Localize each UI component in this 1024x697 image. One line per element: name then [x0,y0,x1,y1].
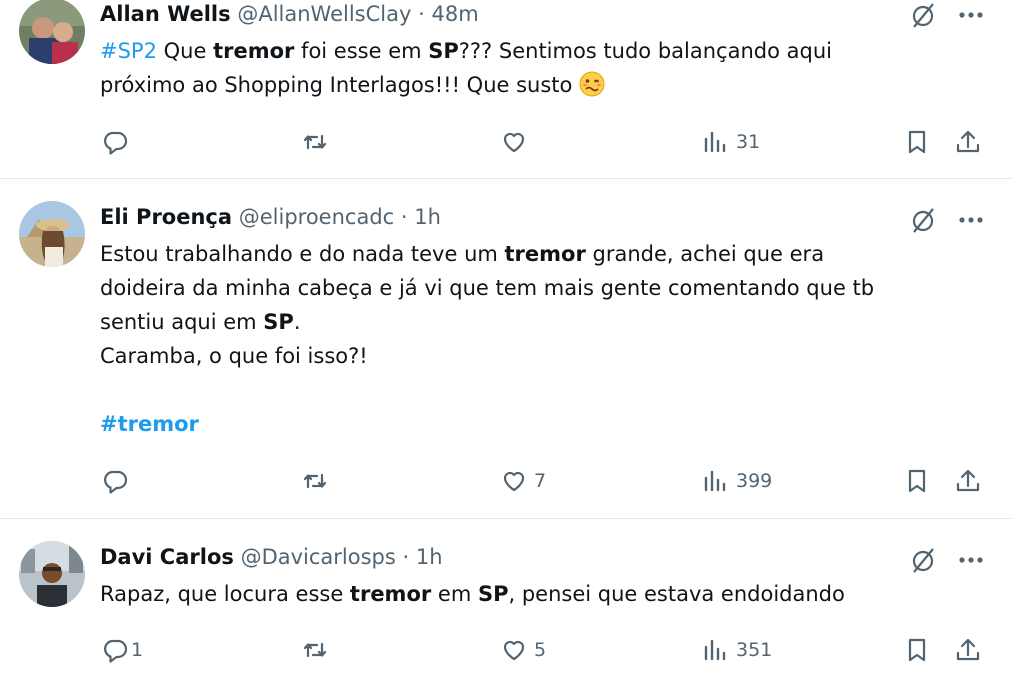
tweet-header: Allan Wells @AllanWellsClay · 48m [100,0,479,28]
retweet-button[interactable] [301,632,335,668]
author-handle[interactable]: @AllanWellsClay [237,2,411,26]
bookmark-icon [908,638,926,662]
bookmark-button[interactable] [903,463,931,499]
share-button[interactable] [954,632,982,668]
tweet-header: Eli Proença @eliproencadc · 1h [100,203,441,231]
reply-icon [104,470,128,494]
reply-icon [104,639,128,663]
retweet-button[interactable] [301,463,335,499]
avatar[interactable] [19,541,85,607]
tweet-header: Davi Carlos @Davicarlosps · 1h [100,543,443,571]
views-icon [704,639,726,661]
retweet-icon [303,642,327,658]
reply-count: 1 [131,639,144,661]
views-button[interactable]: 351 [702,632,772,668]
text-run: grande, achei que era [585,242,825,266]
like-count: 5 [534,639,547,661]
views-icon [704,131,726,153]
bold-term: tremor [213,39,295,63]
more-icon[interactable] [956,0,986,30]
hashtag-link[interactable]: #tremor [100,412,199,436]
bookmark-button[interactable] [903,124,931,160]
views-icon [704,470,726,492]
text-run: Caramba, o que foi isso?! [100,344,368,368]
views-count: 399 [736,470,773,492]
text-run: Que [156,39,214,63]
tweet-1[interactable]: Allan Wells @AllanWellsClay · 48m #SP2 Q… [0,0,1012,178]
like-button[interactable] [500,124,534,160]
separator: · [418,2,425,26]
share-icon [956,638,980,661]
text-run: próximo ao Shopping Interlagos!!! Que su… [100,73,580,97]
text-run: . [293,310,301,334]
bookmark-icon [908,469,926,493]
more-icon[interactable] [956,205,986,235]
grok-icon[interactable] [908,205,938,235]
hashtag-link[interactable]: #SP2 [100,39,157,63]
reply-button[interactable] [101,124,135,160]
bookmark-button[interactable] [903,632,931,668]
woozy-face-emoji [579,71,605,97]
tweet-text: Rapaz, que locura esse tremor em SP, pen… [100,577,930,611]
author-handle[interactable]: @Davicarlosps [241,545,396,569]
tweet-text: #SP2 Que tremor foi esse em SP??? Sentim… [100,34,930,102]
text-run: doideira da minha cabeça e já vi que tem… [100,276,875,300]
timestamp[interactable]: 1h [416,545,443,569]
text-run: em [431,582,478,606]
retweet-button[interactable] [301,124,335,160]
text-run: Estou trabalhando e do nada teve um [100,242,505,266]
like-count: 7 [534,470,547,492]
more-icon[interactable] [956,545,986,575]
like-button[interactable]: 7 [500,463,546,499]
reply-button[interactable] [101,463,135,499]
text-run: sentiu aqui em [100,310,264,334]
tweet-text: Estou trabalhando e do nada teve um trem… [100,237,930,441]
text-run: , pensei que estava endoidando [508,582,845,606]
share-icon [956,130,980,153]
text-run: foi esse em [294,39,429,63]
views-count: 31 [736,131,761,153]
reply-button[interactable]: 1 [101,632,143,668]
retweet-icon [303,473,327,489]
separator: · [402,545,410,569]
bold-term: SP [477,582,509,606]
avatar-photo [19,541,85,607]
share-icon [956,469,980,492]
bold-term: SP [428,39,459,63]
views-button[interactable]: 31 [702,124,760,160]
share-button[interactable] [954,463,982,499]
bold-term: SP [263,310,294,334]
avatar[interactable] [19,201,85,267]
like-icon [503,640,525,661]
grok-icon[interactable] [908,545,938,575]
author-name[interactable]: Allan Wells [100,2,231,26]
avatar-photo [19,201,85,267]
reply-icon [104,131,128,155]
like-icon [503,132,525,153]
retweet-icon [303,134,327,150]
bold-term: tremor [349,582,432,606]
views-button[interactable]: 399 [702,463,772,499]
like-button[interactable]: 5 [500,632,546,668]
timestamp[interactable]: 1h [414,205,441,229]
bold-term: tremor [504,242,586,266]
tweet-2[interactable]: Eli Proença @eliproencadc · 1h Estou tra… [0,179,1012,518]
grok-icon[interactable] [908,0,938,30]
avatar[interactable] [19,0,85,64]
like-icon [503,471,525,492]
avatar-photo [19,0,85,64]
share-button[interactable] [954,124,982,160]
text-run: Rapaz, que locura esse [100,582,350,606]
separator: · [400,205,408,229]
author-name[interactable]: Davi Carlos [100,545,234,569]
text-run: ??? Sentimos tudo balançando aqui [458,39,832,63]
bookmark-icon [908,130,926,154]
author-handle[interactable]: @eliproencadc [239,205,394,229]
tweet-3[interactable]: Davi Carlos @Davicarlosps · 1h Rapaz, qu… [0,519,1012,697]
author-name[interactable]: Eli Proença [100,205,232,229]
views-count: 351 [736,639,773,661]
timestamp[interactable]: 48m [431,2,478,26]
